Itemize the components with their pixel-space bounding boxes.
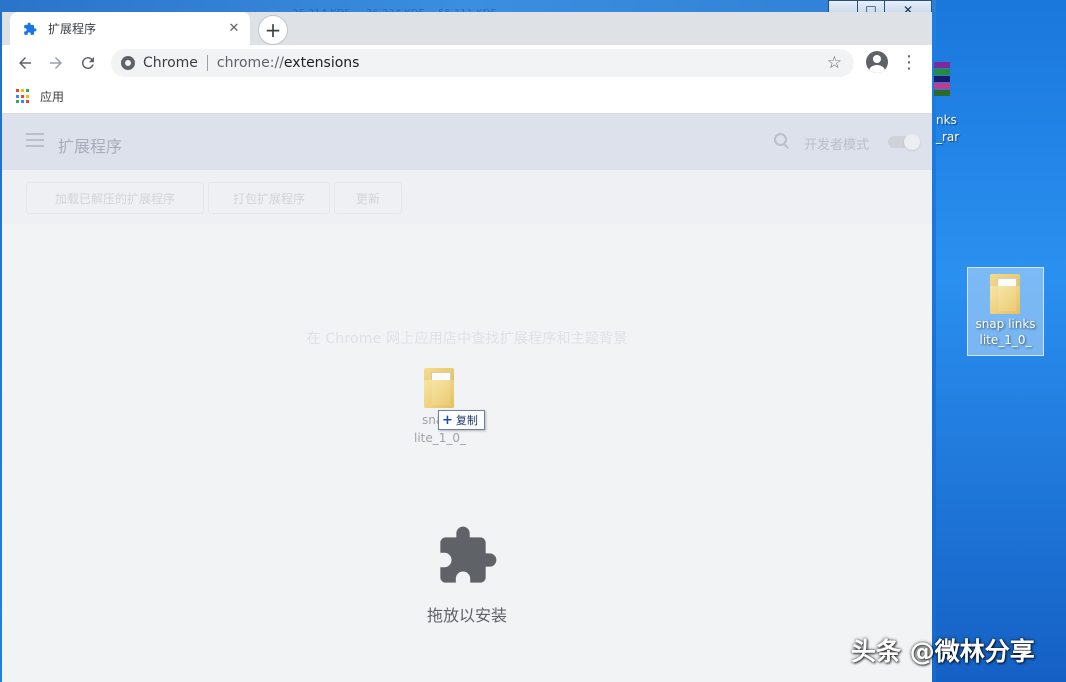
copy-badge-label: 复制	[455, 414, 478, 427]
winrar-icon	[934, 62, 950, 98]
desktop-folder-icon[interactable]: snap links lite_1_0_	[967, 267, 1044, 356]
update-button[interactable]: 更新	[334, 182, 402, 214]
watermark: 头条 @微林分享	[851, 637, 1035, 666]
site-chip: Chrome	[143, 55, 198, 71]
omnibox-divider	[206, 55, 208, 71]
extensions-header: 扩展程序 开发者模式	[2, 114, 932, 170]
background-window-strip: 26,214 KDF 36,234 KDF 56,111 KDF	[0, 0, 936, 19]
load-unpacked-button[interactable]: 加载已解压的扩展程序	[26, 182, 204, 214]
desktop-folder-name-1: snap links	[975, 317, 1036, 331]
chrome-site-icon	[121, 56, 135, 70]
reload-icon[interactable]	[77, 52, 99, 74]
developer-mode-label: 开发者模式	[804, 138, 870, 153]
tab-title: 扩展程序	[48, 22, 97, 36]
drop-to-install-label: 拖放以安装	[426, 606, 507, 625]
url-text: chrome://extensions	[217, 55, 360, 71]
toolbar: Chrome chrome://extensions ☆ ⋮	[2, 45, 932, 80]
desktop-folder-name-2: lite_1_0_	[979, 333, 1032, 347]
browser-window: 扩展程序 ✕ + Chrome chrome://extensions ☆ ⋮ …	[2, 12, 932, 682]
search-icon[interactable]	[774, 133, 790, 149]
dragged-folder: snap l lite_1_0_	[400, 364, 480, 446]
developer-mode-toggle[interactable]	[888, 134, 920, 150]
pack-extension-button[interactable]: 打包扩展程序	[208, 182, 330, 214]
drop-zone[interactable]: 拖放以安装	[2, 524, 932, 626]
puzzle-icon	[22, 21, 38, 37]
plus-icon: +	[442, 412, 453, 428]
profile-avatar-icon[interactable]	[866, 51, 888, 73]
hamburger-menu-icon[interactable]	[26, 133, 44, 147]
web-store-link[interactable]: 在 Chrome 网上应用店中查找扩展程序和主题背景	[2, 328, 932, 348]
bookmark-star-icon[interactable]: ☆	[827, 53, 842, 73]
tab-close-icon[interactable]: ✕	[226, 21, 242, 37]
copy-cursor-badge: + 复制	[438, 410, 485, 430]
new-tab-button[interactable]: +	[258, 15, 288, 45]
desktop-rar-name-1: nks	[936, 113, 957, 127]
bookmarks-bar: 应用	[2, 80, 932, 114]
desktop-rar-label: nks _rar	[936, 112, 959, 146]
folder-icon	[988, 270, 1024, 316]
forward-icon[interactable]	[45, 52, 67, 74]
tab-extensions[interactable]: 扩展程序 ✕	[10, 12, 250, 45]
back-icon[interactable]	[14, 52, 36, 74]
url-scheme: chrome://	[216, 55, 284, 71]
puzzle-icon	[435, 524, 499, 588]
address-bar[interactable]: Chrome chrome://extensions ☆	[111, 49, 854, 77]
page-title: 扩展程序	[58, 137, 123, 156]
url-path: extensions	[283, 55, 360, 71]
apps-grid-icon[interactable]	[16, 89, 31, 104]
extensions-page: 扩展程序 开发者模式 加载已解压的扩展程序 打包扩展程序 更新 在 Chrome…	[2, 114, 932, 682]
desktop-rar-name-2: _rar	[936, 130, 960, 144]
folder-icon	[422, 364, 458, 410]
dragged-folder-name-2: lite_1_0_	[413, 431, 467, 445]
menu-kebab-icon[interactable]: ⋮	[899, 52, 919, 74]
apps-bookmark[interactable]: 应用	[40, 88, 64, 105]
developer-toolbar: 加载已解压的扩展程序 打包扩展程序 更新	[2, 170, 932, 224]
